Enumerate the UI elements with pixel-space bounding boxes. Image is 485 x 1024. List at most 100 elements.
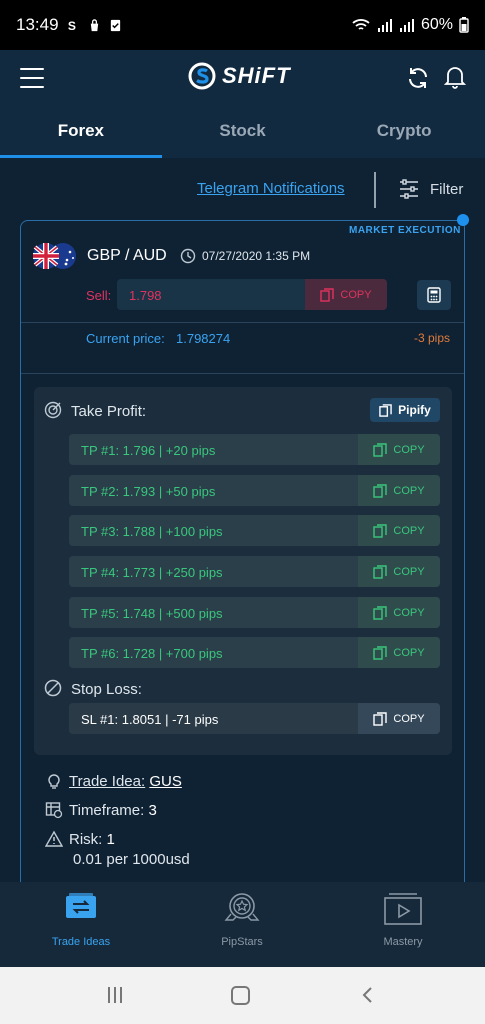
current-price-value: 1.798274 <box>176 331 231 346</box>
timeframe-label: Timeframe: <box>69 802 145 819</box>
tp-copy-button[interactable]: COPY <box>358 434 440 465</box>
filter-row: Telegram Notifications Filter <box>0 168 485 212</box>
tp-text: TP #3: 1.788 | +100 pips <box>81 524 223 539</box>
tp-text: TP #6: 1.728 | +700 pips <box>81 646 223 661</box>
nav-trade-ideas-label: Trade Ideas <box>51 936 111 948</box>
take-profit-title: Take Profit: <box>71 403 147 420</box>
trade-idea-label: Trade Idea: <box>69 773 146 790</box>
risk-row: Risk: 1 <box>69 831 115 848</box>
sliders-icon <box>400 179 418 199</box>
copy-icon <box>320 287 335 302</box>
tp-copy-button[interactable]: COPY <box>358 475 440 506</box>
pipstars-icon <box>224 893 260 921</box>
pipify-button[interactable]: Pipify <box>370 398 440 422</box>
screen: 13:49 S 60% SHiFT Forex Stock Crypto Tel… <box>0 0 485 1024</box>
copy-icon <box>373 483 388 498</box>
copy-label: COPY <box>393 712 425 725</box>
filter-button[interactable]: Filter <box>398 178 463 200</box>
signal-icon-1 <box>377 19 392 32</box>
app-logo: SHiFT <box>188 62 291 90</box>
shift-notification-icon: S <box>67 19 75 32</box>
copy-icon <box>373 711 388 726</box>
nav-pipstars[interactable]: PipStars <box>182 890 302 948</box>
copy-icon <box>373 523 388 538</box>
shopping-bag-icon <box>90 18 98 31</box>
status-bar: 13:49 S 60% <box>0 0 485 50</box>
sell-copy-button[interactable]: COPY <box>305 279 387 310</box>
target-icon <box>44 401 62 419</box>
nav-pipstars-label: PipStars <box>221 936 263 948</box>
sl-copy-button[interactable]: COPY <box>358 703 440 734</box>
sl-row: SL #1: 1.8051 | -71 pips COPY <box>69 703 440 734</box>
brand-name: SHiFT <box>222 63 291 88</box>
copy-icon <box>373 564 388 579</box>
tab-forex[interactable]: Forex <box>0 106 162 158</box>
copy-icon <box>379 403 392 417</box>
card-divider-2 <box>21 373 464 374</box>
tp-copy-button[interactable]: COPY <box>358 637 440 668</box>
menu-icon[interactable] <box>20 68 44 88</box>
signal-datetime: 07/27/2020 1:35 PM <box>202 249 311 263</box>
nav-mastery[interactable]: Mastery <box>343 890 463 948</box>
trade-ideas-icon <box>66 893 96 918</box>
tp-row: TP #1: 1.796 | +20 pips COPY <box>69 434 440 465</box>
calculator-button[interactable] <box>417 280 451 310</box>
stop-icon <box>44 679 62 697</box>
signal-icon-2 <box>399 19 414 32</box>
back-icon[interactable] <box>360 986 374 1004</box>
tp-row: TP #6: 1.728 | +700 pips COPY <box>69 637 440 668</box>
tp-copy-button[interactable]: COPY <box>358 597 440 628</box>
wifi-icon <box>352 19 370 30</box>
copy-label: COPY <box>393 443 425 456</box>
bell-icon[interactable] <box>444 65 466 89</box>
clipboard-check-icon <box>110 19 120 31</box>
tp-row: TP #4: 1.773 | +250 pips COPY <box>69 556 440 587</box>
telegram-notifications-link[interactable]: Telegram Notifications <box>197 180 345 197</box>
timeframe-icon <box>45 802 63 819</box>
risk-note: 0.01 per 1000usd <box>73 851 190 868</box>
copy-label: COPY <box>393 646 425 659</box>
timeframe-row: Timeframe: 3 <box>69 802 157 819</box>
copy-label: COPY <box>340 288 372 301</box>
copy-icon <box>373 442 388 457</box>
stop-loss-title: Stop Loss: <box>71 681 142 698</box>
refresh-icon[interactable] <box>406 66 430 90</box>
tp-text: TP #2: 1.793 | +50 pips <box>81 484 216 499</box>
svg-text:S: S <box>67 19 75 32</box>
lightbulb-icon <box>48 774 60 789</box>
pipify-label: Pipify <box>398 403 431 417</box>
gbp-aud-flag-icon <box>33 243 76 269</box>
shift-logo-icon <box>188 62 216 90</box>
home-button-icon[interactable] <box>231 986 250 1005</box>
copy-label: COPY <box>393 484 425 497</box>
bottom-nav: Trade Ideas PipStars Mastery <box>0 882 485 967</box>
sl-text: SL #1: 1.8051 | -71 pips <box>81 712 219 727</box>
sell-price-value: 1.798 <box>129 288 162 303</box>
market-tabs: Forex Stock Crypto <box>0 106 485 158</box>
battery-percent: 60% <box>420 16 453 33</box>
tp-text: TP #1: 1.796 | +20 pips <box>81 443 216 458</box>
tp-row: TP #2: 1.793 | +50 pips COPY <box>69 475 440 506</box>
divider <box>374 172 376 208</box>
current-pips: -3 pips <box>414 331 451 345</box>
mastery-icon <box>384 893 422 925</box>
recent-apps-icon[interactable] <box>106 986 124 1004</box>
tp-copy-button[interactable]: COPY <box>358 515 440 546</box>
system-nav-bar <box>0 967 485 1024</box>
risk-value: 1 <box>106 831 115 848</box>
timeframe-value: 3 <box>148 802 157 819</box>
status-left: 13:49 S <box>16 15 122 35</box>
app-header: SHiFT <box>0 50 485 106</box>
tp-copy-button[interactable]: COPY <box>358 556 440 587</box>
status-time: 13:49 <box>16 15 59 34</box>
trade-idea-value[interactable]: GUS <box>149 773 182 790</box>
trade-idea-row: Trade Idea: GUS <box>69 773 182 790</box>
tab-crypto[interactable]: Crypto <box>323 106 485 158</box>
copy-label: COPY <box>393 606 425 619</box>
tp-row: TP #5: 1.748 | +500 pips COPY <box>69 597 440 628</box>
nav-trade-ideas[interactable]: Trade Ideas <box>21 890 141 948</box>
copy-label: COPY <box>393 524 425 537</box>
tab-stock[interactable]: Stock <box>162 106 324 158</box>
sell-label: Sell: <box>86 288 112 303</box>
tp-row: TP #3: 1.788 | +100 pips COPY <box>69 515 440 546</box>
